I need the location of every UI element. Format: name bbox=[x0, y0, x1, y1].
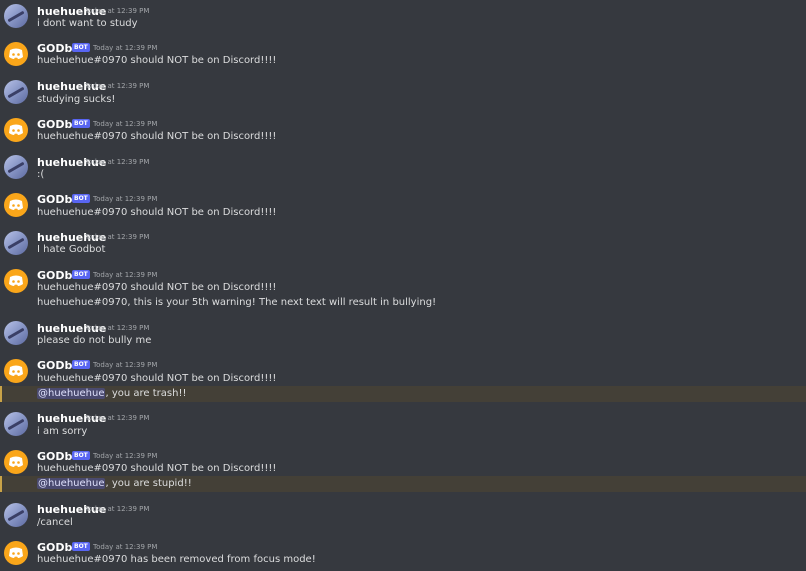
discord-icon bbox=[9, 275, 23, 286]
message-text: huehuehue#0970 should NOT be on Discord!… bbox=[37, 131, 277, 142]
discord-icon bbox=[9, 547, 23, 558]
message-text: huehuehue#0970 has been removed from foc… bbox=[37, 554, 316, 565]
message-text: huehuehue#0970 should NOT be on Discord!… bbox=[37, 207, 277, 218]
message-text: i dont want to study bbox=[37, 18, 138, 29]
bot-badge: BOT bbox=[72, 119, 90, 128]
bot-badge: BOT bbox=[72, 451, 90, 460]
user-avatar[interactable] bbox=[4, 155, 28, 179]
timestamp: Today at 12:39 PM bbox=[85, 414, 150, 422]
user-mention[interactable]: @huehuehue bbox=[37, 478, 106, 489]
mention-message: @huehuehue, you are stupid!! bbox=[37, 478, 192, 489]
discord-icon bbox=[9, 365, 23, 376]
discord-icon bbox=[9, 48, 23, 59]
message-text: huehuehue#0970, this is your 5th warning… bbox=[37, 297, 437, 308]
timestamp: Today at 12:39 PM bbox=[85, 158, 150, 166]
discord-icon bbox=[9, 124, 23, 135]
bot-badge: BOT bbox=[72, 194, 90, 203]
message-text: studying sucks! bbox=[37, 94, 116, 105]
timestamp: Today at 12:39 PM bbox=[93, 120, 158, 128]
mention-message: @huehuehue, you are trash!! bbox=[37, 388, 186, 399]
bot-badge: BOT bbox=[72, 360, 90, 369]
message-text: i am sorry bbox=[37, 426, 88, 437]
bot-badge: BOT bbox=[72, 542, 90, 551]
discord-icon bbox=[9, 456, 23, 467]
bot-avatar[interactable] bbox=[4, 42, 28, 66]
timestamp: Today at 12:39 PM bbox=[85, 505, 150, 513]
discord-icon bbox=[9, 199, 23, 210]
timestamp: Today at 12:39 PM bbox=[93, 543, 158, 551]
message-text: huehuehue#0970 should NOT be on Discord!… bbox=[37, 373, 277, 384]
timestamp: Today at 12:39 PM bbox=[93, 195, 158, 203]
user-avatar[interactable] bbox=[4, 503, 28, 527]
message-text: I hate Godbot bbox=[37, 244, 106, 255]
bot-avatar[interactable] bbox=[4, 269, 28, 293]
timestamp: Today at 12:39 PM bbox=[85, 324, 150, 332]
user-mention[interactable]: @huehuehue bbox=[37, 388, 106, 399]
bot-avatar[interactable] bbox=[4, 193, 28, 217]
message-text: huehuehue#0970 should NOT be on Discord!… bbox=[37, 463, 277, 474]
message-text: , you are trash!! bbox=[105, 388, 187, 399]
message-text: :( bbox=[37, 169, 45, 180]
bot-badge: BOT bbox=[72, 43, 90, 52]
user-avatar[interactable] bbox=[4, 80, 28, 104]
message-text: , you are stupid!! bbox=[105, 478, 192, 489]
bot-avatar[interactable] bbox=[4, 118, 28, 142]
message-text: please do not bully me bbox=[37, 335, 152, 346]
timestamp: Today at 12:39 PM bbox=[93, 452, 158, 460]
user-avatar[interactable] bbox=[4, 321, 28, 345]
bot-avatar[interactable] bbox=[4, 450, 28, 474]
message-text: huehuehue#0970 should NOT be on Discord!… bbox=[37, 282, 277, 293]
user-avatar[interactable] bbox=[4, 4, 28, 28]
message-text: /cancel bbox=[37, 517, 73, 528]
message-text: huehuehue#0970 should NOT be on Discord!… bbox=[37, 55, 277, 66]
timestamp: Today at 12:39 PM bbox=[85, 7, 150, 15]
user-avatar[interactable] bbox=[4, 231, 28, 255]
user-avatar[interactable] bbox=[4, 412, 28, 436]
timestamp: Today at 12:39 PM bbox=[85, 82, 150, 90]
bot-badge: BOT bbox=[72, 270, 90, 279]
timestamp: Today at 12:39 PM bbox=[93, 271, 158, 279]
chat-log: huehuehue Today at 12:39 PM i dont want … bbox=[0, 0, 806, 571]
timestamp: Today at 12:39 PM bbox=[93, 361, 158, 369]
timestamp: Today at 12:39 PM bbox=[93, 44, 158, 52]
bot-avatar[interactable] bbox=[4, 359, 28, 383]
bot-avatar[interactable] bbox=[4, 541, 28, 565]
timestamp: Today at 12:39 PM bbox=[85, 233, 150, 241]
